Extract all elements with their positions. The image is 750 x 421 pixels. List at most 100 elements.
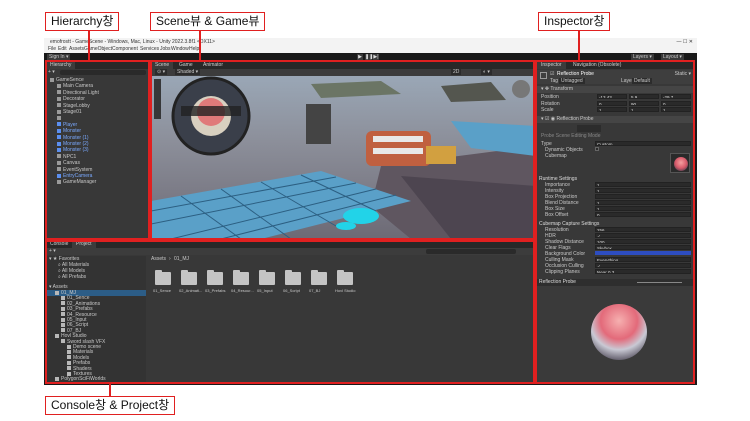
step-button[interactable]: ▶| [373,54,379,60]
hierarchy-item[interactable]: NPC1 [46,154,150,160]
asset-folder-item[interactable]: PolygonSciFiWorlds [46,376,146,382]
pivot-dropdown[interactable]: ⊙ ▾ [155,69,168,75]
account-button[interactable]: Sign In ▾ [47,54,71,60]
hierarchy-item[interactable]: EntryCamera [46,173,150,179]
capture-value-field[interactable]: Skybox [595,245,691,250]
folder-icon[interactable] [207,270,223,285]
hierarchy-search[interactable] [60,70,146,75]
project-search[interactable] [426,249,516,254]
breadcrumb-current[interactable]: 01_MJ [174,256,189,262]
tab-animator[interactable]: Animator [199,61,228,69]
runtime-value-field[interactable] [595,194,691,199]
menu-item[interactable]: Component [112,46,138,52]
folder-icon[interactable] [285,270,301,285]
exposure-slider[interactable] [637,282,682,283]
transform-x-field[interactable]: 0 [597,100,627,106]
menu-item[interactable]: Edit [58,46,67,52]
probe-mode-buttons[interactable] [577,125,601,132]
transform-z-field[interactable]: 1 [661,107,691,112]
tab-navigation[interactable]: Navigation (Obsolete) [569,61,626,69]
runtime-value-field[interactable]: 1 [595,188,691,193]
transform-y-field[interactable]: 1 [629,107,659,112]
layout-dropdown[interactable]: Layout ▾ [661,54,684,60]
hierarchy-item[interactable]: Monster (1) [46,135,150,141]
tag-dropdown[interactable]: Untagged [559,78,585,84]
hierarchy-item[interactable]: GameSence [46,77,150,83]
2d-toggle[interactable]: 2D [451,69,462,75]
hierarchy-item[interactable]: GameManager [46,179,150,185]
menu-item[interactable]: Jobs [160,46,171,52]
preview-bar[interactable]: Reflection Probe [537,279,695,286]
menu-item[interactable]: File [48,46,56,52]
transform-x-field[interactable]: -13.43 [597,94,627,99]
window-controls[interactable]: — ☐ ✕ [677,39,693,45]
layer-dropdown[interactable]: Default [632,78,652,84]
runtime-value-field[interactable]: 0 [595,212,691,217]
layers-dropdown[interactable]: Layers ▾ [631,54,654,60]
menu-item[interactable]: Window [171,46,189,52]
folder-icon[interactable] [155,270,171,285]
runtime-value-field[interactable]: 1 [595,182,691,187]
hierarchy-item[interactable]: Main Camera [46,83,150,89]
probe-header[interactable]: ▾ ☑ ◉ Reflection Probe [537,116,695,123]
hierarchy-item[interactable]: Decorator [46,96,150,102]
tab-game[interactable]: Game [175,61,197,69]
breadcrumb-assets[interactable]: Assets [151,256,166,262]
cubemap-thumbnail[interactable] [670,153,690,173]
menu-item[interactable]: Assets [69,46,84,52]
hierarchy-item[interactable]: Directional Light [46,90,150,96]
transform-z-field[interactable]: -29.7 [661,94,691,99]
pause-button[interactable]: ❚❚ [365,54,373,60]
play-button[interactable]: ▶ [357,54,363,60]
tab-console[interactable]: Console [46,240,73,248]
hierarchy-item[interactable]: Player [46,122,150,128]
add-button[interactable]: + ▾ [48,69,55,75]
folder-icon[interactable] [311,270,327,285]
hierarchy-item[interactable]: EventSystem [46,167,150,173]
capture-value-field[interactable]: 256 [595,227,691,232]
hierarchy-item[interactable]: Monster (3) [46,147,150,153]
capture-value-field[interactable]: ✓ [595,263,691,268]
static-dropdown[interactable]: Static ▾ [675,71,691,77]
hierarchy-item[interactable]: Monster (2) [46,141,150,147]
folder-icon[interactable] [233,270,249,285]
folder-icon[interactable] [181,270,197,285]
gizmos-button[interactable]: ◐ ▾ [481,69,492,75]
object-name[interactable]: Reflection Probe [557,71,594,77]
hierarchy-item[interactable]: Canvas [46,160,150,166]
dynamic-objects-checkbox[interactable] [595,147,599,151]
transform-y-field[interactable]: 5.9 [629,94,659,99]
tab-project[interactable]: Project [72,240,96,248]
runtime-value-field[interactable]: 1 [595,200,691,205]
capture-value-field[interactable]: Everything [595,257,691,262]
transform-y-field[interactable]: 90 [629,100,659,106]
transform-z-field[interactable]: 0 [661,100,691,106]
tab-hierarchy[interactable]: Hierarchy [46,61,76,69]
capture-value-field[interactable]: 100 [595,239,691,244]
create-button[interactable]: + ▾ [49,248,56,254]
scene-gizmo[interactable] [512,80,530,98]
active-checkbox[interactable]: ☑ [550,71,554,77]
scene-viewport[interactable] [151,76,536,239]
runtime-value-field[interactable]: 1 [595,206,691,211]
capture-value-field[interactable]: ✓ [595,233,691,238]
hierarchy-item[interactable]: Monster [46,128,150,134]
menu-item[interactable]: Help [189,46,199,52]
tab-inspector[interactable]: Inspector [537,61,566,69]
transform-header[interactable]: ▾ ✥ Transform [537,86,695,93]
folder-icon[interactable] [259,270,275,285]
hierarchy-item[interactable]: StageLobby [46,103,150,109]
menu-item[interactable]: Services [140,46,159,52]
background-color-swatch[interactable] [595,251,691,255]
hierarchy-item[interactable]: Stage01 [46,109,150,115]
type-dropdown[interactable]: Custom [595,141,691,146]
preview-label: Reflection Probe [539,279,576,285]
transform-x-field[interactable]: 1 [597,107,627,112]
capture-value-field[interactable]: Near 0.3 [595,269,691,274]
hierarchy-item[interactable] [46,115,150,121]
scene-tools-overlay[interactable] [154,79,161,119]
tab-scene[interactable]: Scene [151,61,174,69]
favorite-item[interactable]: ⌕ All Prefabs [46,274,146,280]
shading-dropdown[interactable]: Shaded ▾ [175,69,201,75]
folder-icon[interactable] [337,270,353,285]
